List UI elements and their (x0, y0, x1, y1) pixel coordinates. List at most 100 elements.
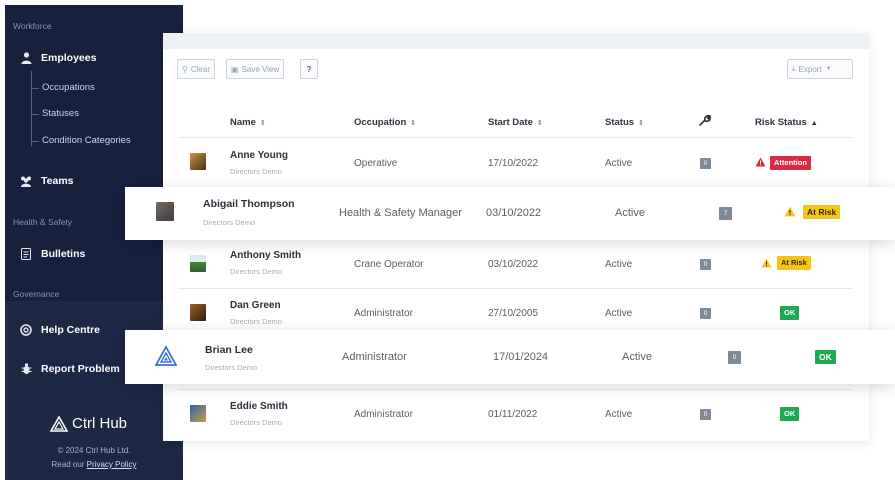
risk-status-badge: OK (780, 306, 800, 320)
clear-label: Clear (190, 64, 210, 74)
column-header-status[interactable]: Status ⇕ (605, 117, 644, 128)
document-icon (19, 247, 33, 261)
header-label: Start Date (488, 117, 533, 128)
brian-lee-logo-icon (155, 345, 177, 366)
row-divider (178, 288, 853, 289)
count-badge: 0 (700, 259, 711, 270)
header-divider (178, 137, 853, 138)
logo-text: Ctrl Hub (72, 415, 128, 432)
sort-icon: ⇕ (259, 120, 266, 127)
bug-icon (19, 362, 33, 376)
wrench-icon (699, 114, 712, 126)
sort-icon: ⇕ (536, 120, 543, 127)
save-view-button[interactable]: ▣ Save View (226, 59, 285, 79)
clear-button[interactable]: ⚲ Clear (177, 59, 215, 79)
warning-icon (755, 157, 766, 167)
panel-top-bar (163, 33, 869, 49)
header-label: Status (605, 117, 635, 128)
avatar (156, 202, 174, 221)
column-header-start-date[interactable]: Start Date ⇕ (488, 117, 543, 128)
privacy-policy-link[interactable]: Privacy Policy (87, 460, 137, 469)
table-row-highlighted[interactable]: Brian Lee Directors Demo Administrator 1… (125, 330, 895, 384)
privacy-prefix: Read our (51, 460, 87, 469)
users-icon (19, 174, 33, 188)
risk-status-badge: OK (780, 407, 800, 421)
export-button[interactable]: ⤓ Export ▼ (787, 59, 853, 79)
sidebar-item-label: Help Centre (41, 324, 100, 336)
avatar (190, 405, 206, 422)
risk-status-badge: At Risk (777, 256, 811, 270)
save-icon: ▣ (231, 64, 239, 74)
count-badge: 0 (700, 158, 711, 169)
employee-company: Directors Demo (205, 363, 258, 372)
sidebar-item-label: Bulletins (41, 248, 86, 260)
status-cell: Active (615, 207, 645, 219)
sidebar-item-label: Report Problem (41, 363, 120, 375)
sidebar-item-label: Employees (41, 52, 97, 64)
sidebar-item-label: Teams (41, 175, 74, 187)
employee-name[interactable]: Abigail Thompson (203, 198, 295, 210)
sidebar-subitem-occupations[interactable]: Occupations (31, 82, 95, 93)
occupation-cell: Administrator (354, 409, 413, 420)
employee-name[interactable]: Anne Young (230, 150, 288, 161)
sidebar-item-help-centre[interactable]: Help Centre (19, 323, 100, 337)
warning-icon (761, 258, 772, 268)
count-badge: 7 (719, 207, 732, 220)
section-workforce: Workforce (13, 21, 52, 31)
occupation-cell: Health & Safety Manager (339, 207, 462, 219)
help-button[interactable]: ? (300, 59, 318, 79)
employee-name[interactable]: Eddie Smith (230, 401, 288, 412)
start-date-cell: 03/10/2022 (488, 259, 539, 270)
occupation-cell: Crane Operator (354, 259, 424, 270)
sidebar-subitem-condition-categories[interactable]: Condition Categories (31, 135, 131, 146)
download-icon: ⤓ (792, 64, 796, 73)
warning-icon (784, 206, 796, 217)
sidebar-subitem-statuses[interactable]: Statuses (31, 108, 79, 119)
sort-icon: ⇕ (410, 120, 417, 127)
privacy-line: Read our Privacy Policy (5, 460, 183, 469)
start-date-cell: 17/01/2024 (493, 351, 549, 363)
count-badge: 0 (728, 351, 741, 364)
employee-name[interactable]: Brian Lee (205, 344, 253, 356)
employee-company: Directors Demo (230, 167, 283, 176)
section-governance: Governance (13, 289, 60, 299)
sidebar-item-employees[interactable]: Employees (19, 51, 96, 65)
status-cell: Active (622, 351, 652, 363)
user-icon (19, 51, 33, 65)
column-header-name[interactable]: Name ⇕ (230, 117, 266, 128)
ctrl-hub-logo-icon (50, 415, 68, 432)
lifebuoy-icon (19, 323, 33, 337)
start-date-cell: 27/10/2005 (488, 308, 539, 319)
employee-name[interactable]: Anthony Smith (230, 250, 301, 261)
count-badge: 0 (700, 409, 711, 420)
header-label: Name (230, 117, 256, 128)
status-cell: Active (605, 158, 633, 169)
avatar (190, 153, 206, 170)
sort-asc-icon: ▲ (810, 120, 818, 127)
status-cell: Active (605, 259, 633, 270)
count-badge: 0 (700, 308, 711, 319)
risk-status-badge: At Risk (803, 205, 841, 219)
risk-status-badge: Attention (770, 156, 811, 170)
sort-icon: ⇕ (638, 120, 644, 127)
export-label: Export (798, 64, 822, 74)
employee-name[interactable]: Dan Green (230, 300, 281, 311)
employee-company: Directors Demo (203, 218, 256, 227)
occupation-cell: Administrator (342, 351, 407, 363)
header-label: Risk Status (755, 117, 807, 128)
header-label: Occupation (354, 117, 407, 128)
column-header-occupation[interactable]: Occupation ⇕ (354, 117, 416, 128)
sidebar-item-report-problem[interactable]: Report Problem (19, 362, 120, 376)
ctrl-hub-logo: Ctrl Hub (50, 415, 127, 432)
sidebar-item-bulletins[interactable]: Bulletins (19, 247, 85, 261)
sidebar-item-teams[interactable]: Teams (19, 174, 74, 188)
column-header-risk-status[interactable]: Risk Status ▲ (755, 117, 818, 128)
table-row-highlighted[interactable]: Abigail Thompson Directors Demo Health &… (125, 187, 895, 240)
avatar (190, 255, 206, 272)
start-date-cell: 17/10/2022 (488, 158, 539, 169)
section-health-safety: Health & Safety (13, 217, 73, 227)
app-screen: Workforce Employees Occupations Statuses… (0, 0, 895, 480)
employee-company: Directors Demo (230, 418, 283, 427)
column-header-wrench[interactable] (699, 114, 712, 129)
start-date-cell: 01/11/2022 (488, 409, 538, 420)
